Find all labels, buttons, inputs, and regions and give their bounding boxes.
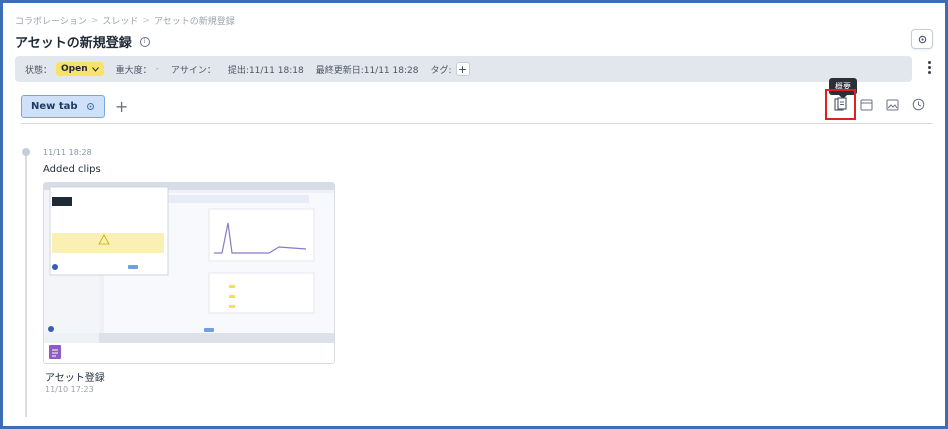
clipboard-icon — [834, 97, 847, 111]
view-toolbar — [825, 89, 927, 120]
image-icon — [886, 99, 899, 110]
chevron-down-icon — [91, 66, 99, 72]
gear-icon — [918, 35, 926, 43]
tag-label: タグ: — [430, 65, 452, 76]
calendar-button[interactable] — [858, 96, 875, 113]
status-field: 状態： Open — [25, 62, 104, 76]
page-title: アセットの新規登録 — [15, 36, 132, 51]
calendar-icon — [860, 99, 873, 111]
severity-field[interactable]: 重大度： - — [116, 63, 159, 76]
timeline-line — [25, 153, 27, 417]
breadcrumb-separator: > — [90, 15, 99, 26]
title-row: アセットの新規登録 i — [15, 32, 150, 51]
severity-value: - — [155, 64, 159, 74]
last-updated-date: 最終更新日:11/11 18:28 — [315, 65, 419, 76]
breadcrumb-separator: > — [142, 15, 150, 26]
tab-divider — [21, 123, 933, 124]
tab-bar: New tab + — [21, 95, 129, 118]
entry-timestamp: 11/11 18:28 — [43, 148, 92, 157]
tag-field: タグ: + — [430, 62, 470, 76]
tab-new-tab[interactable]: New tab — [21, 95, 105, 118]
tooltip-overview: 概要 — [829, 78, 857, 99]
settings-button[interactable] — [911, 29, 933, 49]
clip-name[interactable]: アセット登録 — [45, 369, 105, 384]
severity-label: 重大度： — [115, 65, 152, 76]
clip-date: 11/10 17:23 — [45, 385, 94, 394]
assignee-field[interactable]: アサイン： — [171, 63, 216, 76]
status-label: 状態： — [25, 65, 53, 76]
clock-icon — [912, 98, 925, 111]
breadcrumb-item[interactable]: コラボレーション — [15, 14, 87, 27]
breadcrumb: コラボレーション > スレッド > アセットの新規登録 — [15, 14, 235, 28]
overview-button[interactable] — [825, 89, 856, 120]
add-tag-button[interactable]: + — [455, 62, 470, 76]
status-value: Open — [61, 64, 88, 74]
submitted-date: 提出:11/11 18:18 — [227, 65, 304, 76]
meta-bar: 状態： Open 重大度： - アサイン： 提出:11/11 18:18 最終更… — [15, 56, 912, 82]
breadcrumb-item: アセットの新規登録 — [153, 17, 235, 27]
info-icon[interactable]: i — [139, 36, 150, 47]
document-icon — [49, 345, 61, 359]
breadcrumb-item[interactable]: スレッド — [102, 14, 138, 27]
clip-thumbnail[interactable] — [44, 183, 334, 343]
submitted-field: 提出:11/11 18:18 — [228, 63, 304, 76]
timeline-dot — [22, 148, 30, 156]
more-options-icon[interactable] — [928, 61, 931, 74]
app-frame: コラボレーション > スレッド > アセットの新規登録 アセットの新規登録 i … — [0, 0, 948, 429]
add-tab-button[interactable]: + — [115, 97, 129, 116]
history-button[interactable] — [910, 96, 927, 113]
entry-title: Added clips — [43, 164, 101, 175]
status-dropdown[interactable]: Open — [56, 62, 104, 76]
tab-label: New tab — [31, 101, 78, 112]
tab-settings-icon[interactable] — [86, 102, 95, 111]
assignee-label: アサイン： — [170, 65, 216, 76]
gallery-button[interactable] — [884, 96, 901, 113]
last-updated-field: 最終更新日:11/11 18:28 — [316, 63, 419, 76]
clip-card[interactable] — [43, 182, 335, 364]
